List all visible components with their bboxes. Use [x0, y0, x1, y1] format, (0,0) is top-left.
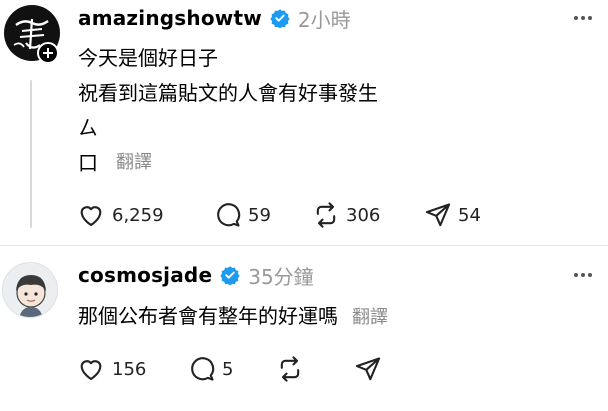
share-icon — [425, 203, 451, 227]
like-button[interactable]: 156 — [76, 355, 146, 383]
post-timestamp[interactable]: 35分鐘 — [248, 261, 313, 290]
post-timestamp[interactable]: 2小時 — [298, 4, 351, 33]
person-cartoon-icon — [16, 275, 46, 317]
post-text-line: 祝看到這篇貼文的人會有好事發生 — [78, 81, 378, 105]
comment-button[interactable]: 59 — [214, 201, 271, 229]
more-options-icon[interactable] — [574, 16, 592, 20]
avatar[interactable] — [2, 262, 58, 318]
verified-badge-icon — [270, 9, 290, 28]
translate-link[interactable]: 翻譯 — [116, 148, 152, 174]
comment-icon — [191, 357, 215, 381]
plus-icon — [43, 48, 53, 58]
like-count: 156 — [112, 358, 147, 380]
repost-button[interactable]: 306 — [312, 201, 380, 229]
comment-count: 59 — [248, 204, 271, 226]
like-count: 6,259 — [112, 204, 164, 226]
share-icon — [355, 357, 381, 381]
comment-icon — [217, 203, 241, 227]
translate-link[interactable]: 翻譯 — [352, 303, 388, 329]
share-count: 54 — [458, 204, 481, 226]
post-divider — [0, 245, 608, 246]
post-text-line: ㄙ — [78, 116, 98, 140]
repost-button[interactable] — [276, 355, 304, 387]
comment-button[interactable]: 5 — [188, 355, 233, 383]
comment-count: 5 — [222, 358, 234, 380]
thread-line — [30, 80, 32, 228]
verified-badge-icon — [220, 266, 240, 285]
share-button[interactable]: 54 — [424, 201, 481, 229]
more-options-icon[interactable] — [574, 273, 592, 277]
heart-icon — [80, 206, 102, 226]
post-text-line: 那個公布者會有整年的好運嗎 — [78, 304, 338, 328]
share-button[interactable] — [354, 355, 382, 387]
post-username[interactable]: cosmosjade — [78, 263, 212, 287]
heart-icon — [80, 360, 102, 380]
repost-icon — [280, 356, 300, 382]
repost-icon — [316, 202, 336, 228]
post-text-line: 今天是個好日子 — [78, 46, 218, 70]
follow-plus-button[interactable] — [37, 42, 59, 64]
like-button[interactable]: 6,259 — [76, 201, 164, 229]
post-text-line: 口 — [78, 151, 98, 175]
post-username[interactable]: amazingshowtw — [78, 6, 262, 30]
repost-count: 306 — [346, 204, 381, 226]
